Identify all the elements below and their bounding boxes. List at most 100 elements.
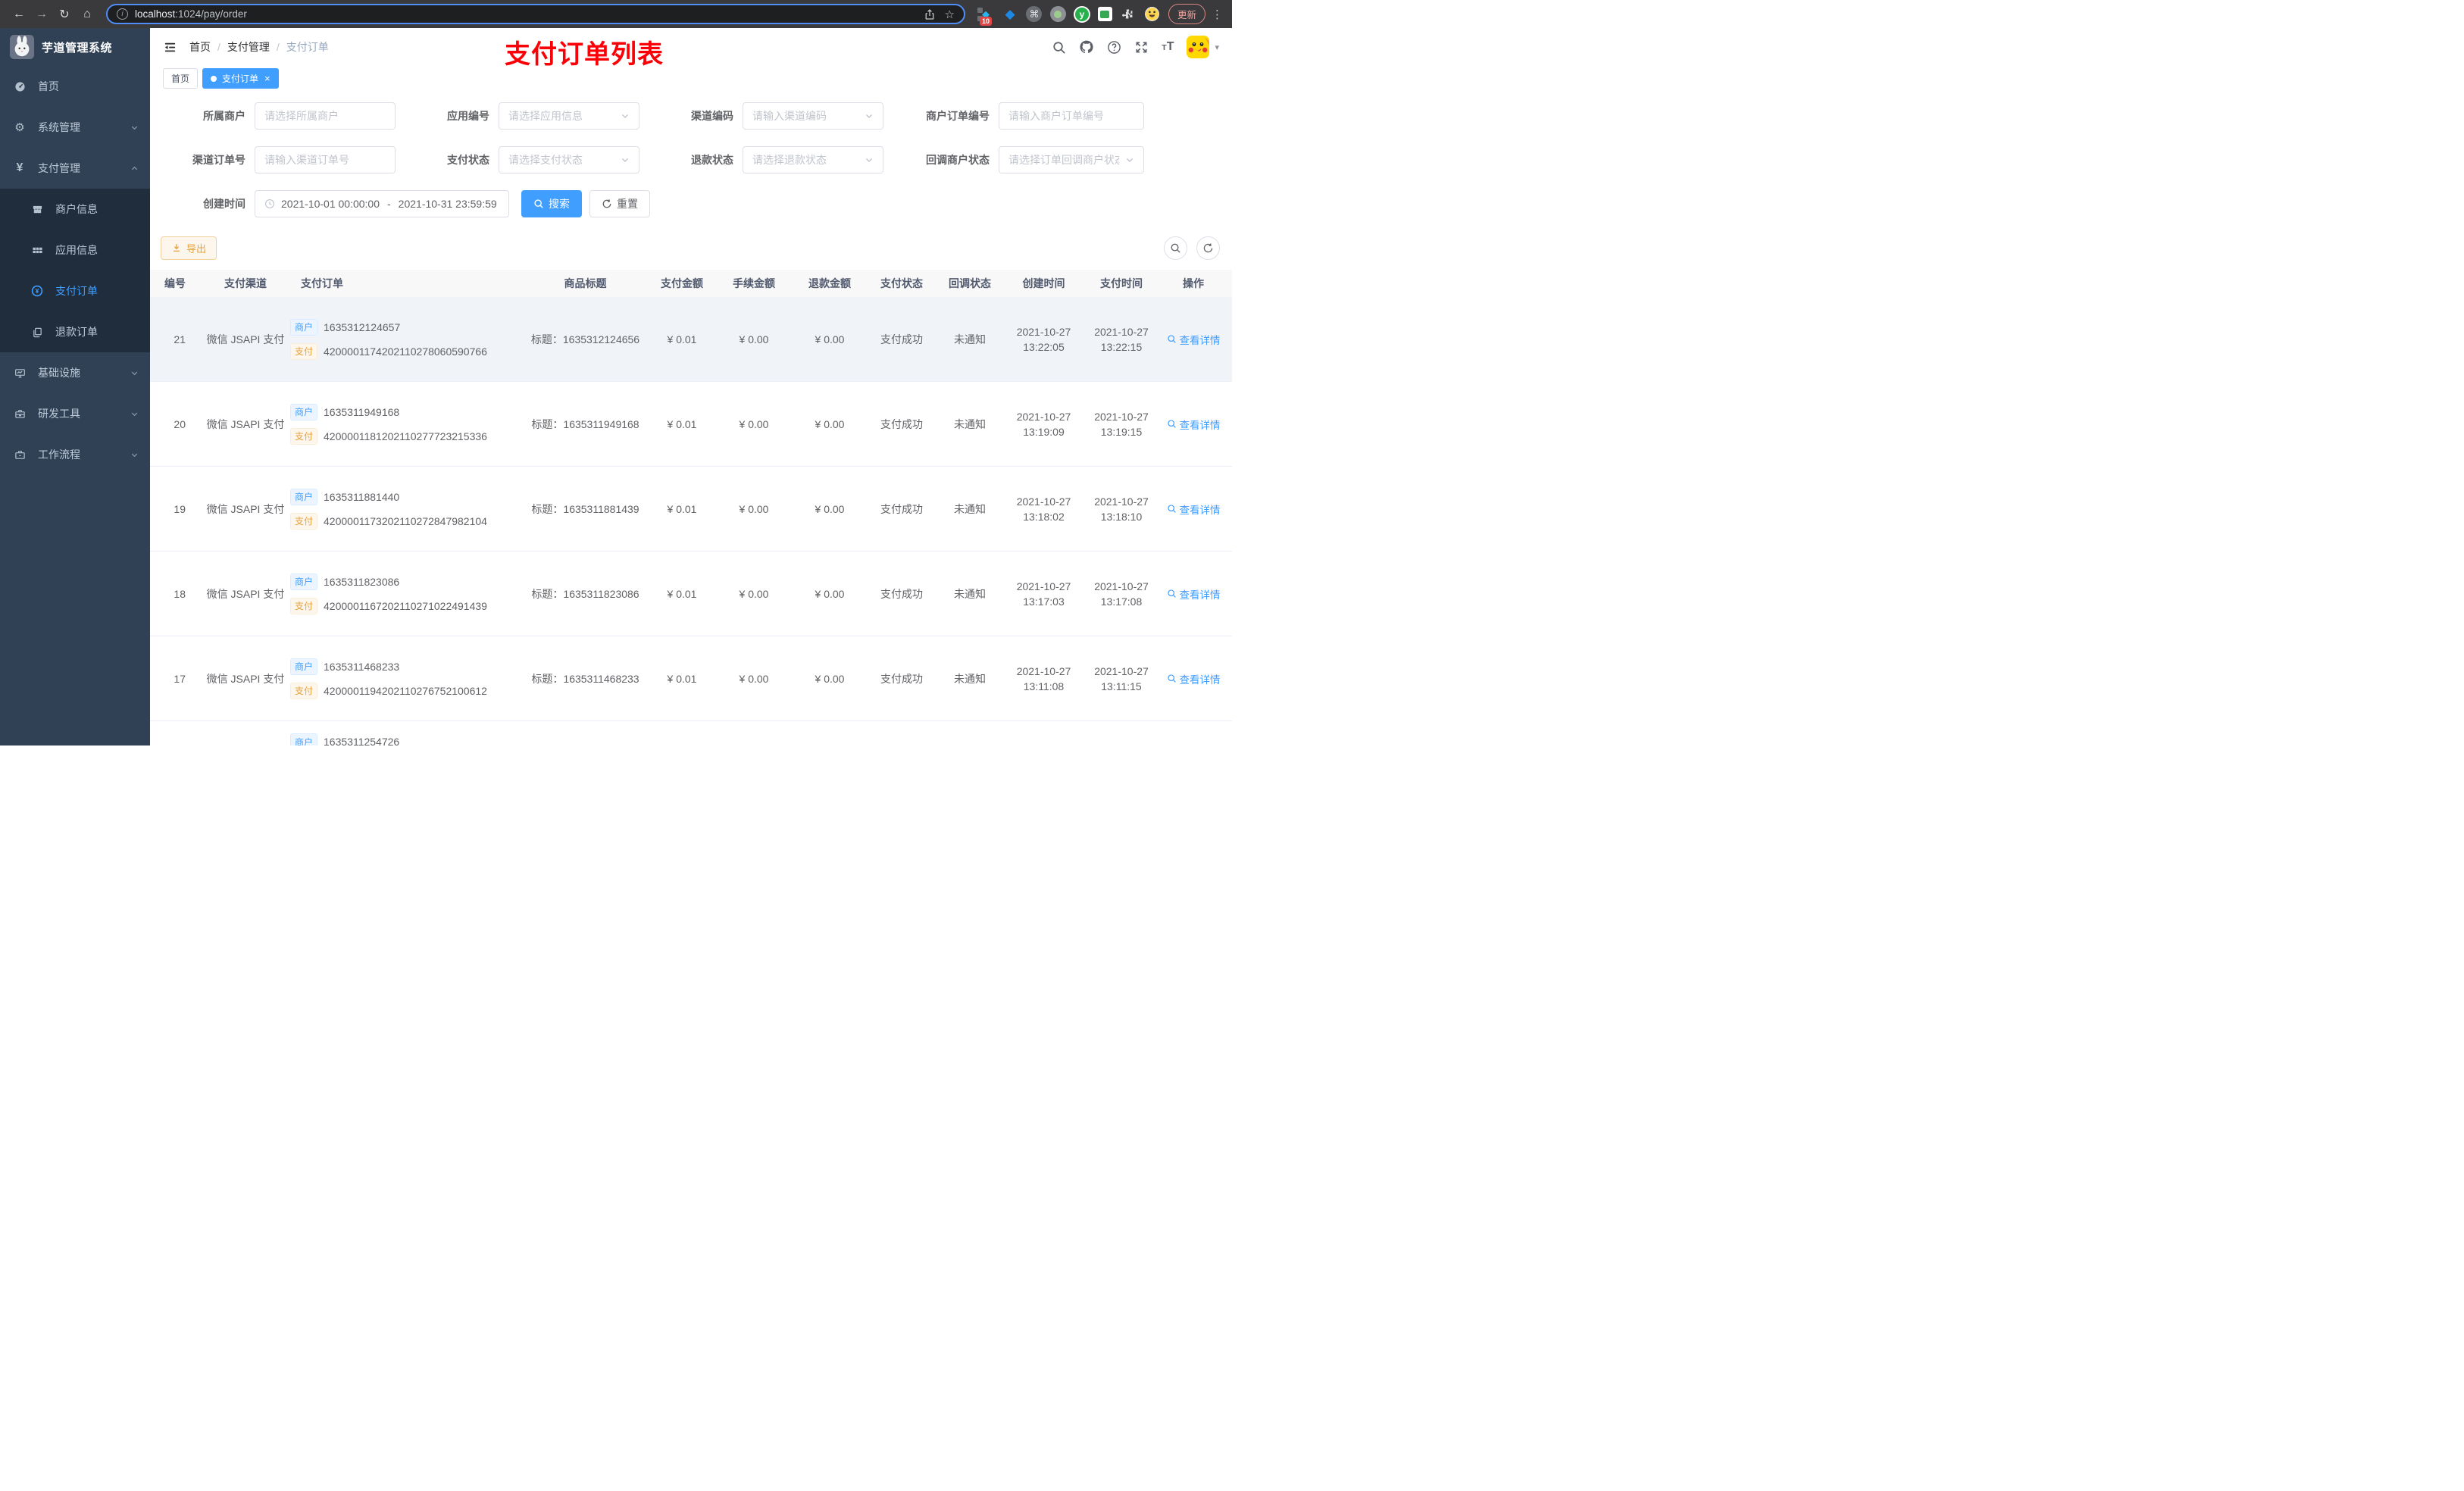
browser-update-button[interactable]: 更新 xyxy=(1168,4,1205,24)
toggle-search-button[interactable] xyxy=(1164,236,1187,260)
browser-reload-button[interactable]: ↻ xyxy=(55,5,74,24)
sidebar-submenu-pay: 商户信息 应用信息 ¥ 支付订单 退款订单 xyxy=(0,189,150,352)
cell-amount: ¥ 0.01 xyxy=(667,333,697,345)
breadcrumb-home[interactable]: 首页 xyxy=(189,39,211,55)
merchant-order-no: 1635311823086 xyxy=(324,575,400,588)
refresh-button[interactable] xyxy=(1196,236,1220,260)
extension-gem-icon[interactable]: ◆ xyxy=(1002,6,1018,23)
reset-button[interactable]: 重置 xyxy=(589,190,650,217)
close-icon[interactable]: × xyxy=(264,73,270,84)
extension-y-icon[interactable]: y xyxy=(1073,5,1090,23)
extension-command-icon[interactable]: ⌘ xyxy=(1026,6,1043,23)
github-icon[interactable] xyxy=(1079,39,1094,55)
export-button-label: 导出 xyxy=(186,242,207,255)
merchant-tag: 商户 xyxy=(290,318,318,336)
breadcrumb-current: 支付订单 xyxy=(286,41,329,53)
font-size-icon[interactable]: TT xyxy=(1162,41,1174,53)
cell-fee: ¥ 0.00 xyxy=(739,417,769,430)
chevron-down-icon xyxy=(614,155,630,164)
cell-fee: ¥ 0.00 xyxy=(739,333,769,345)
view-details-link[interactable]: 查看详情 xyxy=(1167,502,1221,517)
cell-order: 商户 1635312124657 支付 4200001174202110278060… xyxy=(290,318,523,360)
extension-emoji-icon[interactable] xyxy=(1144,6,1161,23)
search-icon[interactable] xyxy=(1052,40,1066,55)
browser-back-button[interactable]: ← xyxy=(9,5,29,24)
browser-forward-button[interactable]: → xyxy=(32,5,52,24)
gear-icon: ⚙ xyxy=(14,120,25,134)
merchant-order-no-input[interactable] xyxy=(999,102,1144,130)
filter-label: 回调商户状态 xyxy=(926,154,990,166)
help-icon[interactable] xyxy=(1107,40,1121,55)
search-button[interactable]: 搜索 xyxy=(521,190,582,217)
fullscreen-icon[interactable] xyxy=(1134,40,1149,55)
browser-home-button[interactable]: ⌂ xyxy=(77,5,97,24)
extension-chat-icon[interactable] xyxy=(1097,7,1112,21)
sidebar-item-pay-order[interactable]: ¥ 支付订单 xyxy=(0,270,150,311)
sidebar-item-app-info[interactable]: 应用信息 xyxy=(0,230,150,270)
sidebar-item-merchant-info[interactable]: 商户信息 xyxy=(0,189,150,230)
sidebar-item-refund-order[interactable]: 退款订单 xyxy=(0,311,150,352)
merchant-order-no: 1635311468233 xyxy=(324,660,400,673)
create-time-range-input[interactable]: 2021-10-01 00:00:00 - 2021-10-31 23:59:5… xyxy=(255,190,509,217)
share-icon[interactable] xyxy=(924,8,936,20)
merchant-input[interactable] xyxy=(255,102,396,130)
app-logo-row[interactable]: 芋道管理系统 xyxy=(0,28,150,66)
extension-puzzle-icon[interactable] xyxy=(1120,6,1137,23)
sidebar-collapse-icon[interactable] xyxy=(163,40,177,55)
view-details-link[interactable]: 查看详情 xyxy=(1167,671,1221,686)
tab-home[interactable]: 首页 xyxy=(163,68,199,89)
cell-id: 18 xyxy=(174,587,186,600)
main-area: 首页 / 支付管理 / 支付订单 支付订单列表 TT ▾ 首页 支付订单 × 所… xyxy=(150,28,1232,746)
table-row: 20 微信 JSAPI 支付 商户 1635311949168 支付 4200001… xyxy=(150,382,1232,467)
cell-status: 支付成功 xyxy=(880,417,923,430)
app-header: 首页 / 支付管理 / 支付订单 支付订单列表 TT ▾ xyxy=(150,28,1232,69)
cell-notify: 未通知 xyxy=(954,417,986,430)
page: { "chrome": { "url_host": "localhost", "… xyxy=(0,0,1232,746)
sidebar-item-infra[interactable]: 基础设施 xyxy=(0,352,150,393)
extension-dot-icon[interactable] xyxy=(1049,6,1066,22)
export-button[interactable]: 导出 xyxy=(161,236,217,260)
breadcrumb-section[interactable]: 支付管理 xyxy=(227,39,270,55)
extension-diamond-icon[interactable]: ◆ 10 xyxy=(977,6,994,26)
url-host: localhost xyxy=(135,8,176,20)
filter-refund-status: 退款状态 请选择退款状态 xyxy=(665,146,883,173)
view-details-link[interactable]: 查看详情 xyxy=(1167,586,1221,602)
bookmark-star-icon[interactable]: ☆ xyxy=(945,8,955,21)
view-details-link[interactable]: 查看详情 xyxy=(1167,417,1221,432)
sidebar-item-workflow[interactable]: 工作流程 xyxy=(0,434,150,475)
refund-status-select[interactable]: 请选择退款状态 xyxy=(743,146,883,173)
yen-circle-icon: ¥ xyxy=(29,285,45,297)
filter-label: 商户订单编号 xyxy=(926,110,990,122)
merchant-tag: 商户 xyxy=(290,733,318,746)
sidebar-item-pay[interactable]: ¥ 支付管理 xyxy=(0,148,150,189)
briefcase-icon xyxy=(11,449,28,461)
chevron-down-icon xyxy=(614,111,630,120)
header-actions: TT ▾ xyxy=(1052,36,1219,58)
sidebar-item-dev-tools[interactable]: 研发工具 xyxy=(0,393,150,434)
sidebar-item-label: 支付管理 xyxy=(38,162,80,174)
view-details-link[interactable]: 查看详情 xyxy=(1167,332,1221,347)
pay-tag: 支付 xyxy=(290,512,318,530)
filter-app: 应用编号 请选择应用信息 xyxy=(421,102,639,130)
merchant-order-no: 1635311949168 xyxy=(324,405,400,418)
channel-order-no-input[interactable] xyxy=(255,146,396,173)
app-select[interactable]: 请选择应用信息 xyxy=(499,102,639,130)
pay-tag: 支付 xyxy=(290,427,318,445)
address-bar[interactable]: i localhost:1024/pay/order ☆ xyxy=(106,4,965,24)
tab-pay-order[interactable]: 支付订单 × xyxy=(202,68,279,89)
avatar xyxy=(1187,36,1210,58)
browser-menu-icon[interactable]: ⋮ xyxy=(1212,8,1223,21)
table-row: 19 微信 JSAPI 支付 商户 1635311881440 支付 4200001… xyxy=(150,467,1232,552)
chevron-down-icon xyxy=(130,123,139,132)
user-menu[interactable]: ▾ xyxy=(1187,36,1219,58)
filter-label: 退款状态 xyxy=(691,154,733,166)
sidebar-item-system[interactable]: ⚙ 系统管理 xyxy=(0,107,150,148)
notify-status-select[interactable]: 请选择订单回调商户状态 xyxy=(999,146,1144,173)
merchant-tag: 商户 xyxy=(290,488,318,505)
pay-status-select[interactable]: 请选择支付状态 xyxy=(499,146,639,173)
sidebar-item-home[interactable]: 首页 xyxy=(0,66,150,107)
search-button-label: 搜索 xyxy=(549,198,570,210)
col-title: 商品标题 xyxy=(564,277,607,289)
channel-code-select[interactable]: 请输入渠道编码 xyxy=(743,102,883,130)
site-info-icon[interactable]: i xyxy=(117,8,128,20)
